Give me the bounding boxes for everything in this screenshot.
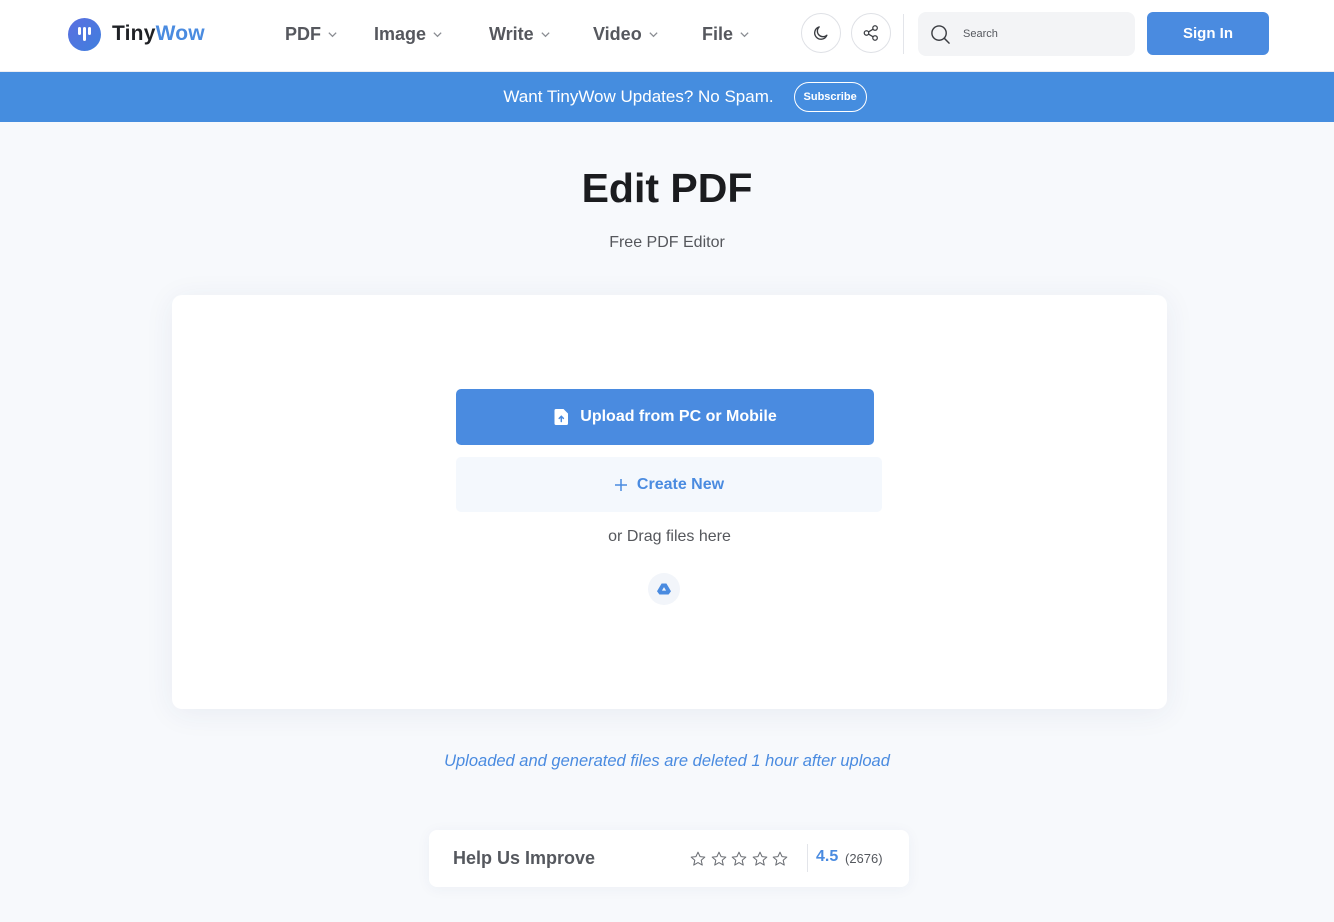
chevron-down-icon: [649, 32, 658, 38]
nav-item-label: PDF: [285, 23, 321, 44]
page-subtitle: Free PDF Editor: [609, 234, 725, 251]
nav-item-image[interactable]: Image: [374, 22, 443, 46]
plus-icon: [614, 478, 628, 492]
nav-item-label: Write: [489, 23, 534, 44]
moon-icon: [814, 26, 828, 40]
file-upload-icon: [553, 408, 570, 426]
subscribe-button[interactable]: Subscribe: [793, 82, 867, 112]
logo-icon: [68, 17, 101, 51]
star-icon[interactable]: [752, 851, 768, 867]
star-icon[interactable]: [690, 851, 706, 867]
star-icon[interactable]: [772, 851, 788, 867]
chevron-down-icon: [433, 32, 442, 38]
chevron-down-icon: [541, 32, 550, 38]
top-header: TinyWow PDF Image Write Video File Searc…: [0, 0, 1334, 72]
google-drive-button[interactable]: [648, 573, 680, 605]
create-new-label: Create New: [636, 475, 725, 493]
upload-card[interactable]: Upload from PC or Mobile Create New or D…: [172, 295, 1167, 709]
nav-item-write[interactable]: Write: [489, 22, 551, 46]
rating-widget: Help Us Improve 4.5 (2676): [429, 830, 909, 887]
rating-divider: [807, 844, 808, 872]
nav-item-label: Image: [374, 23, 427, 44]
rating-score: 4.5: [816, 848, 839, 865]
header-divider: [903, 14, 904, 54]
upload-button-label: Upload from PC or Mobile: [580, 408, 777, 425]
star-icon[interactable]: [731, 851, 747, 867]
dark-mode-button[interactable]: [801, 13, 841, 53]
rating-stars: [690, 851, 793, 867]
nav-item-label: File: [702, 23, 734, 44]
rating-count: (2676): [845, 851, 883, 866]
google-drive-icon: [657, 583, 671, 595]
subscribe-banner: Want TinyWow Updates? No Spam. Subscribe: [0, 72, 1334, 122]
nav-item-video[interactable]: Video: [593, 22, 659, 46]
logo-text: TinyWow: [112, 22, 205, 45]
page-title: Edit PDF: [581, 165, 753, 211]
banner-text: Want TinyWow Updates? No Spam.: [503, 87, 774, 106]
sign-in-button[interactable]: Sign In: [1147, 12, 1269, 55]
rating-label: Help Us Improve: [453, 848, 596, 868]
search-input[interactable]: [963, 28, 1113, 40]
chevron-down-icon: [328, 32, 337, 38]
search-icon: [931, 24, 950, 44]
logo[interactable]: TinyWow: [68, 17, 205, 51]
upload-button[interactable]: Upload from PC or Mobile: [456, 389, 874, 445]
create-new-button[interactable]: Create New: [456, 457, 882, 512]
chevron-down-icon: [740, 32, 749, 38]
search-box[interactable]: [918, 12, 1135, 56]
drag-files-hint: or Drag files here: [608, 528, 731, 545]
file-deletion-notice: Uploaded and generated files are deleted…: [444, 752, 890, 770]
nav-item-pdf[interactable]: PDF: [285, 22, 338, 46]
nav-item-file[interactable]: File: [702, 22, 750, 46]
share-button[interactable]: [851, 13, 891, 53]
share-icon: [863, 25, 878, 41]
nav-item-label: Video: [593, 23, 642, 44]
star-icon[interactable]: [711, 851, 727, 867]
